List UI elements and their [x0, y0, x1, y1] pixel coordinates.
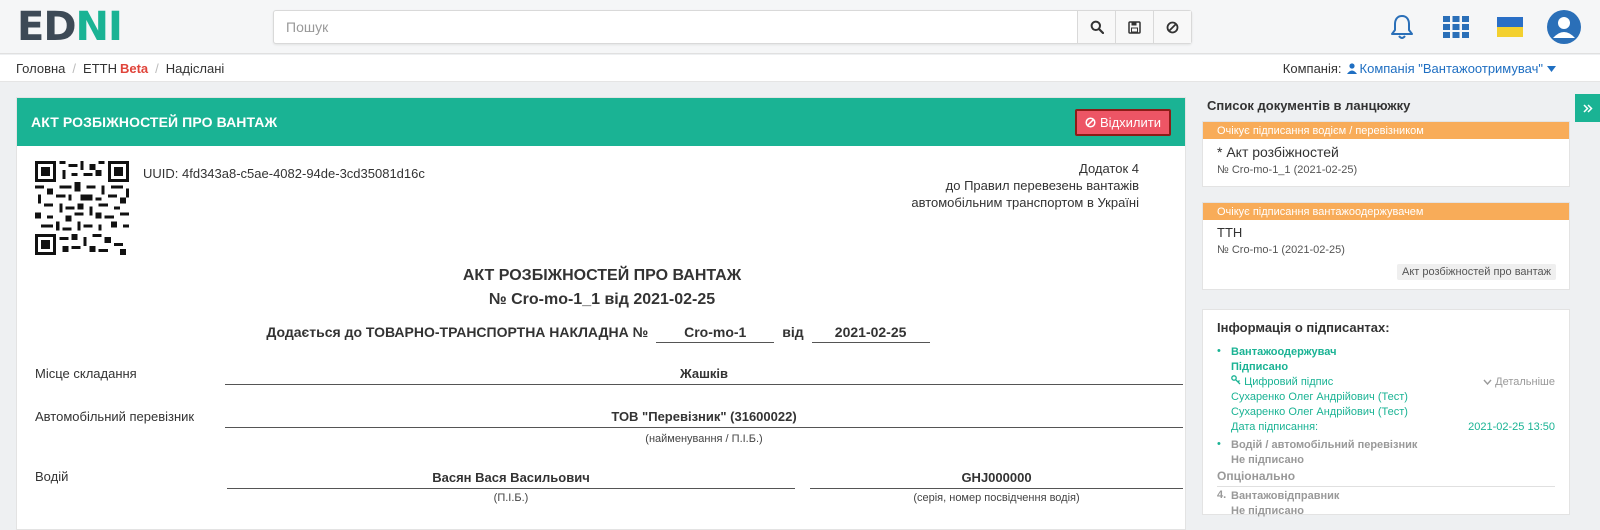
ban-icon — [1166, 21, 1179, 33]
attach-line: Додається до ТОВАРНО-ТРАНСПОРТНА НАКЛАДН… — [17, 324, 1185, 343]
grid-icon — [1443, 16, 1469, 38]
sign-date-label: Дата підписання: — [1231, 421, 1319, 433]
breadcrumb-separator: / — [72, 60, 77, 76]
chain-doc-number: № Cro-mo-1 (2021-02-25) — [1217, 244, 1345, 256]
document-header: АКТ РОЗБІЖНОСТЕЙ ПРО ВАНТАЖ Відхилити — [17, 98, 1185, 146]
signer-name: Сухаренко Олег Андрійович (Тест) — [1231, 391, 1408, 403]
floppy-disk-icon — [1128, 20, 1141, 34]
company-selector: Компанія: Компанія "Вантажоотримувач" — [1283, 55, 1556, 82]
signer-role: Вантажоодержувач — [1231, 346, 1337, 358]
related-doc-tag[interactable]: Акт розбіжностей про вантаж — [1397, 264, 1556, 280]
signer-driver: • Водій / автомобільний перевізник Не пі… — [1217, 438, 1555, 468]
ttn-number: Cro-mo-1 — [656, 324, 775, 343]
sign-date: 2021-02-25 13:50 — [1468, 421, 1555, 433]
act-number: № Cro-mo-1_1 від 2021-02-25 — [488, 291, 716, 308]
document-panel: АКТ РОЗБІЖНОСТЕЙ ПРО ВАНТАЖ Відхилити UU… — [16, 97, 1186, 530]
carrier-value: ТОВ "Перевізник" (31600022) — [225, 409, 1183, 428]
signature-type: Цифровий підпис — [1231, 375, 1333, 390]
ban-icon — [1085, 116, 1096, 128]
beta-badge: Beta — [119, 60, 149, 76]
chain-doc-number: № Cro-mo-1_1 (2021-02-25) — [1217, 164, 1358, 176]
notifications-button[interactable] — [1380, 5, 1424, 49]
driver-value: Васян Вася Васильович — [227, 470, 795, 489]
document-header-title: АКТ РОЗБІЖНОСТЕЙ ПРО ВАНТАЖ — [31, 114, 278, 130]
driver-label: Водій — [35, 469, 69, 484]
bell-icon — [1391, 15, 1413, 39]
signers-title: Інформація о підписантах: — [1217, 320, 1390, 335]
signer-shipper: 4. Вантажовідправник Не підписано — [1217, 489, 1555, 519]
document-uuid: UUID: 4fd343a8-c5ae-4082-94de-3cd35081d1… — [143, 166, 425, 181]
breadcrumb-home[interactable]: Головна — [16, 61, 65, 76]
ttn-date: 2021-02-25 — [811, 324, 930, 343]
signer-status: Не підписано — [1231, 454, 1304, 466]
search-bar — [273, 10, 1192, 44]
signer-role: Вантажовідправник — [1231, 490, 1340, 502]
company-dropdown[interactable]: Компанія "Вантажоотримувач" — [1346, 61, 1556, 76]
appendix-note: Додаток 4 до Правил перевезень вантажів … — [911, 161, 1139, 210]
license-value: GHJ000000 — [810, 470, 1183, 489]
signer-status: Підписано — [1231, 361, 1289, 373]
chain-list-title: Список документів в ланцюжку — [1207, 98, 1411, 113]
place-label: Місце складання — [35, 366, 137, 381]
search-input[interactable] — [274, 11, 1077, 43]
chain-doc-name: ТТН — [1217, 225, 1243, 240]
chain-card-act[interactable]: Очікує підписання водієм / перевізником … — [1202, 121, 1570, 187]
search-button[interactable] — [1077, 11, 1115, 43]
signers-panel: Інформація о підписантах: • Вантажоодерж… — [1202, 309, 1570, 517]
breadcrumb: Головна / ЕТТН Beta / Надіслані Компанія:… — [0, 55, 1600, 82]
edin-logo[interactable]: ED NI — [17, 7, 123, 47]
breadcrumb-ettn[interactable]: ЕТТН Beta — [83, 61, 148, 76]
signer-consignee: • Вантажоодержувач Підписано Цифровий пі… — [1217, 345, 1555, 433]
act-title: АКТ РОЗБІЖНОСТЕЙ ПРО ВАНТАЖ — [462, 267, 742, 284]
signer-role: Водій / автомобільний перевізник — [1231, 439, 1418, 451]
key-icon — [1231, 375, 1241, 385]
attach-from: від — [782, 324, 804, 340]
license-hint: (серія, номер посвідчення водія) — [913, 492, 1080, 504]
top-header: ED NI — [0, 0, 1600, 54]
status-badge: Очікує підписання водієм / перевізником — [1203, 122, 1569, 139]
status-badge: Очікує підписання вантажоодержувачем — [1203, 203, 1569, 220]
user-icon — [1346, 63, 1357, 74]
reject-button[interactable]: Відхилити — [1075, 108, 1171, 136]
search-icon — [1090, 20, 1104, 34]
chain-doc-name: * Акт розбіжностей — [1217, 144, 1339, 160]
optional-label: Опціонально — [1217, 469, 1296, 483]
place-value: Жашків — [225, 366, 1183, 385]
save-search-button[interactable] — [1115, 11, 1153, 43]
ukraine-flag-icon — [1497, 17, 1523, 37]
carrier-hint: (найменування / П.І.Б.) — [645, 433, 763, 445]
signer-name: Сухаренко Олег Андрійович (Тест) — [1231, 406, 1408, 418]
details-toggle[interactable]: Детальніше — [1483, 375, 1555, 390]
user-avatar-icon — [1547, 10, 1581, 44]
breadcrumb-sent: Надіслані — [165, 60, 225, 76]
chain-card-ttn[interactable]: Очікує підписання вантажоодержувачем ТТН… — [1202, 202, 1570, 290]
attach-prefix: Додається до ТОВАРНО-ТРАНСПОРТНА НАКЛАДН… — [266, 324, 649, 340]
collapse-panel-button[interactable] — [1575, 94, 1600, 122]
apps-button[interactable] — [1434, 5, 1478, 49]
carrier-label: Автомобільний перевізник — [35, 409, 195, 424]
signer-status: Не підписано — [1231, 505, 1304, 517]
double-chevron-right-icon — [1582, 103, 1593, 113]
chevron-down-icon — [1483, 379, 1492, 386]
company-name: Компанія "Вантажоотримувач" — [1359, 61, 1543, 76]
divider — [1217, 486, 1555, 487]
header-actions — [1370, 0, 1600, 54]
language-button[interactable] — [1488, 5, 1532, 49]
breadcrumb-separator: / — [155, 60, 159, 76]
clear-search-button[interactable] — [1153, 11, 1191, 43]
user-profile-button[interactable] — [1542, 5, 1586, 49]
driver-hint: (П.І.Б.) — [493, 492, 529, 504]
caret-down-icon — [1547, 65, 1556, 72]
company-label: Компанія: — [1282, 61, 1342, 76]
qr-code — [35, 161, 129, 255]
